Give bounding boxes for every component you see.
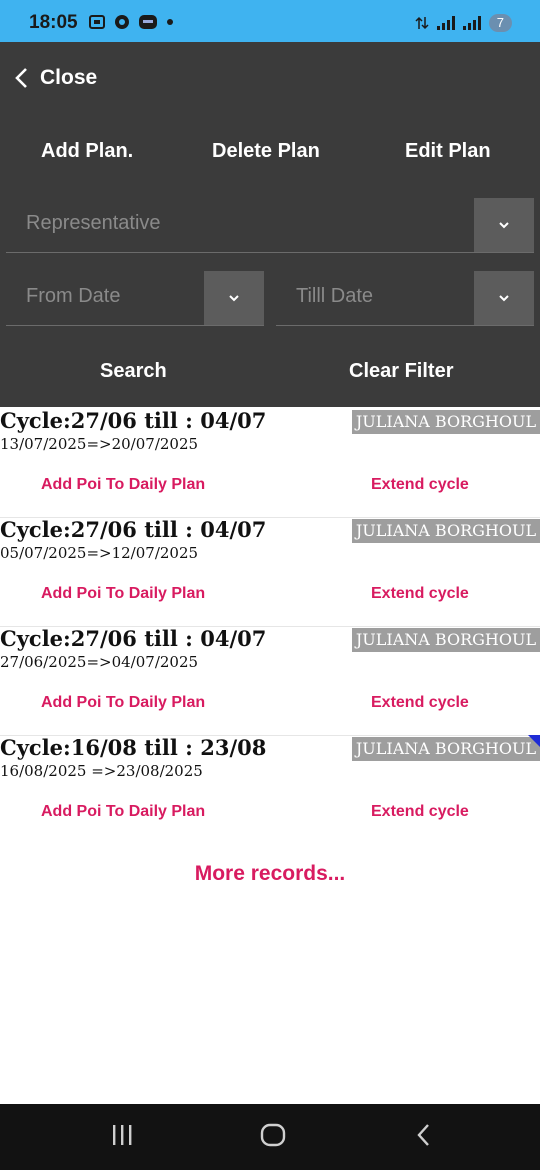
header-panel: Close Add Plan. Delete Plan Edit Plan Re…: [0, 42, 540, 407]
list-item: Cycle:16/08 till : 23/08 16/08/2025 =>23…: [0, 735, 540, 844]
till-date-dropdown-button[interactable]: [474, 271, 534, 325]
representative-badge: JULIANA BORGHOUL: [352, 628, 540, 652]
search-button[interactable]: Search: [100, 360, 167, 383]
from-date-placeholder: From Date: [26, 285, 121, 307]
cycle-title: Cycle:27/06 till : 04/07: [0, 408, 267, 433]
cycle-date-range: 16/08/2025 =>23/08/2025: [0, 762, 203, 780]
add-poi-button[interactable]: Add Poi To Daily Plan: [41, 694, 205, 712]
add-poi-button[interactable]: Add Poi To Daily Plan: [41, 803, 205, 821]
from-date-dropdown-button[interactable]: [204, 271, 264, 325]
chevron-down-icon: [499, 222, 509, 229]
add-poi-button[interactable]: Add Poi To Daily Plan: [41, 476, 205, 494]
extend-cycle-button[interactable]: Extend cycle: [371, 803, 469, 821]
add-plan-button[interactable]: Add Plan.: [41, 140, 133, 163]
extend-cycle-button[interactable]: Extend cycle: [371, 476, 469, 494]
from-date-field[interactable]: From Date: [6, 271, 264, 326]
signal-icon: [436, 16, 455, 30]
list-item: Cycle:27/06 till : 04/07 13/07/2025=>20/…: [0, 408, 540, 518]
close-label: Close: [40, 66, 98, 89]
app-icon: [139, 15, 157, 29]
cycle-title: Cycle:16/08 till : 23/08: [0, 735, 267, 760]
extend-cycle-button[interactable]: Extend cycle: [371, 694, 469, 712]
cycle-date-range: 27/06/2025=>04/07/2025: [0, 653, 199, 671]
navigation-bar: [0, 1104, 540, 1170]
list-item: Cycle:27/06 till : 04/07 05/07/2025=>12/…: [0, 517, 540, 627]
cycle-title: Cycle:27/06 till : 04/07: [0, 626, 267, 651]
list-item: Cycle:27/06 till : 04/07 27/06/2025=>04/…: [0, 626, 540, 736]
recents-icon[interactable]: [110, 1123, 134, 1147]
corner-marker: [528, 735, 540, 747]
screenshot-icon: [89, 15, 105, 29]
cycle-date-range: 13/07/2025=>20/07/2025: [0, 435, 199, 453]
status-bar: 18:05 7: [0, 0, 540, 42]
extend-cycle-button[interactable]: Extend cycle: [371, 585, 469, 603]
edit-plan-button[interactable]: Edit Plan: [405, 140, 491, 163]
representative-field[interactable]: Representative: [6, 198, 534, 253]
more-records-button[interactable]: More records...: [0, 862, 540, 886]
close-button[interactable]: Close: [14, 66, 97, 90]
representative-badge: JULIANA BORGHOUL: [352, 410, 540, 434]
status-icons-left: [88, 14, 174, 30]
representative-placeholder: Representative: [26, 212, 161, 234]
representative-badge: JULIANA BORGHOUL: [352, 519, 540, 543]
representative-dropdown-button[interactable]: [474, 198, 534, 252]
status-time: 18:05: [29, 12, 78, 33]
signal-icon-2: [462, 16, 481, 30]
cycle-date-range: 05/07/2025=>12/07/2025: [0, 544, 199, 562]
chevron-down-icon: [229, 295, 239, 302]
till-date-placeholder: Tilll Date: [296, 285, 374, 307]
cycle-title: Cycle:27/06 till : 04/07: [0, 517, 267, 542]
till-date-field[interactable]: Tilll Date: [276, 271, 534, 326]
battery-icon: 7: [488, 14, 512, 32]
delete-plan-button[interactable]: Delete Plan: [212, 140, 320, 163]
chevron-down-icon: [499, 295, 509, 302]
chevron-left-icon: [15, 68, 27, 88]
clear-filter-button[interactable]: Clear Filter: [349, 360, 453, 383]
home-icon[interactable]: [260, 1123, 286, 1147]
data-arrows-icon: [415, 16, 429, 30]
chrome-icon: [115, 15, 129, 29]
back-icon[interactable]: [415, 1123, 433, 1147]
status-icons-right: 7: [415, 14, 512, 32]
dot-icon: [167, 19, 173, 25]
representative-badge: JULIANA BORGHOUL: [352, 737, 540, 761]
add-poi-button[interactable]: Add Poi To Daily Plan: [41, 585, 205, 603]
